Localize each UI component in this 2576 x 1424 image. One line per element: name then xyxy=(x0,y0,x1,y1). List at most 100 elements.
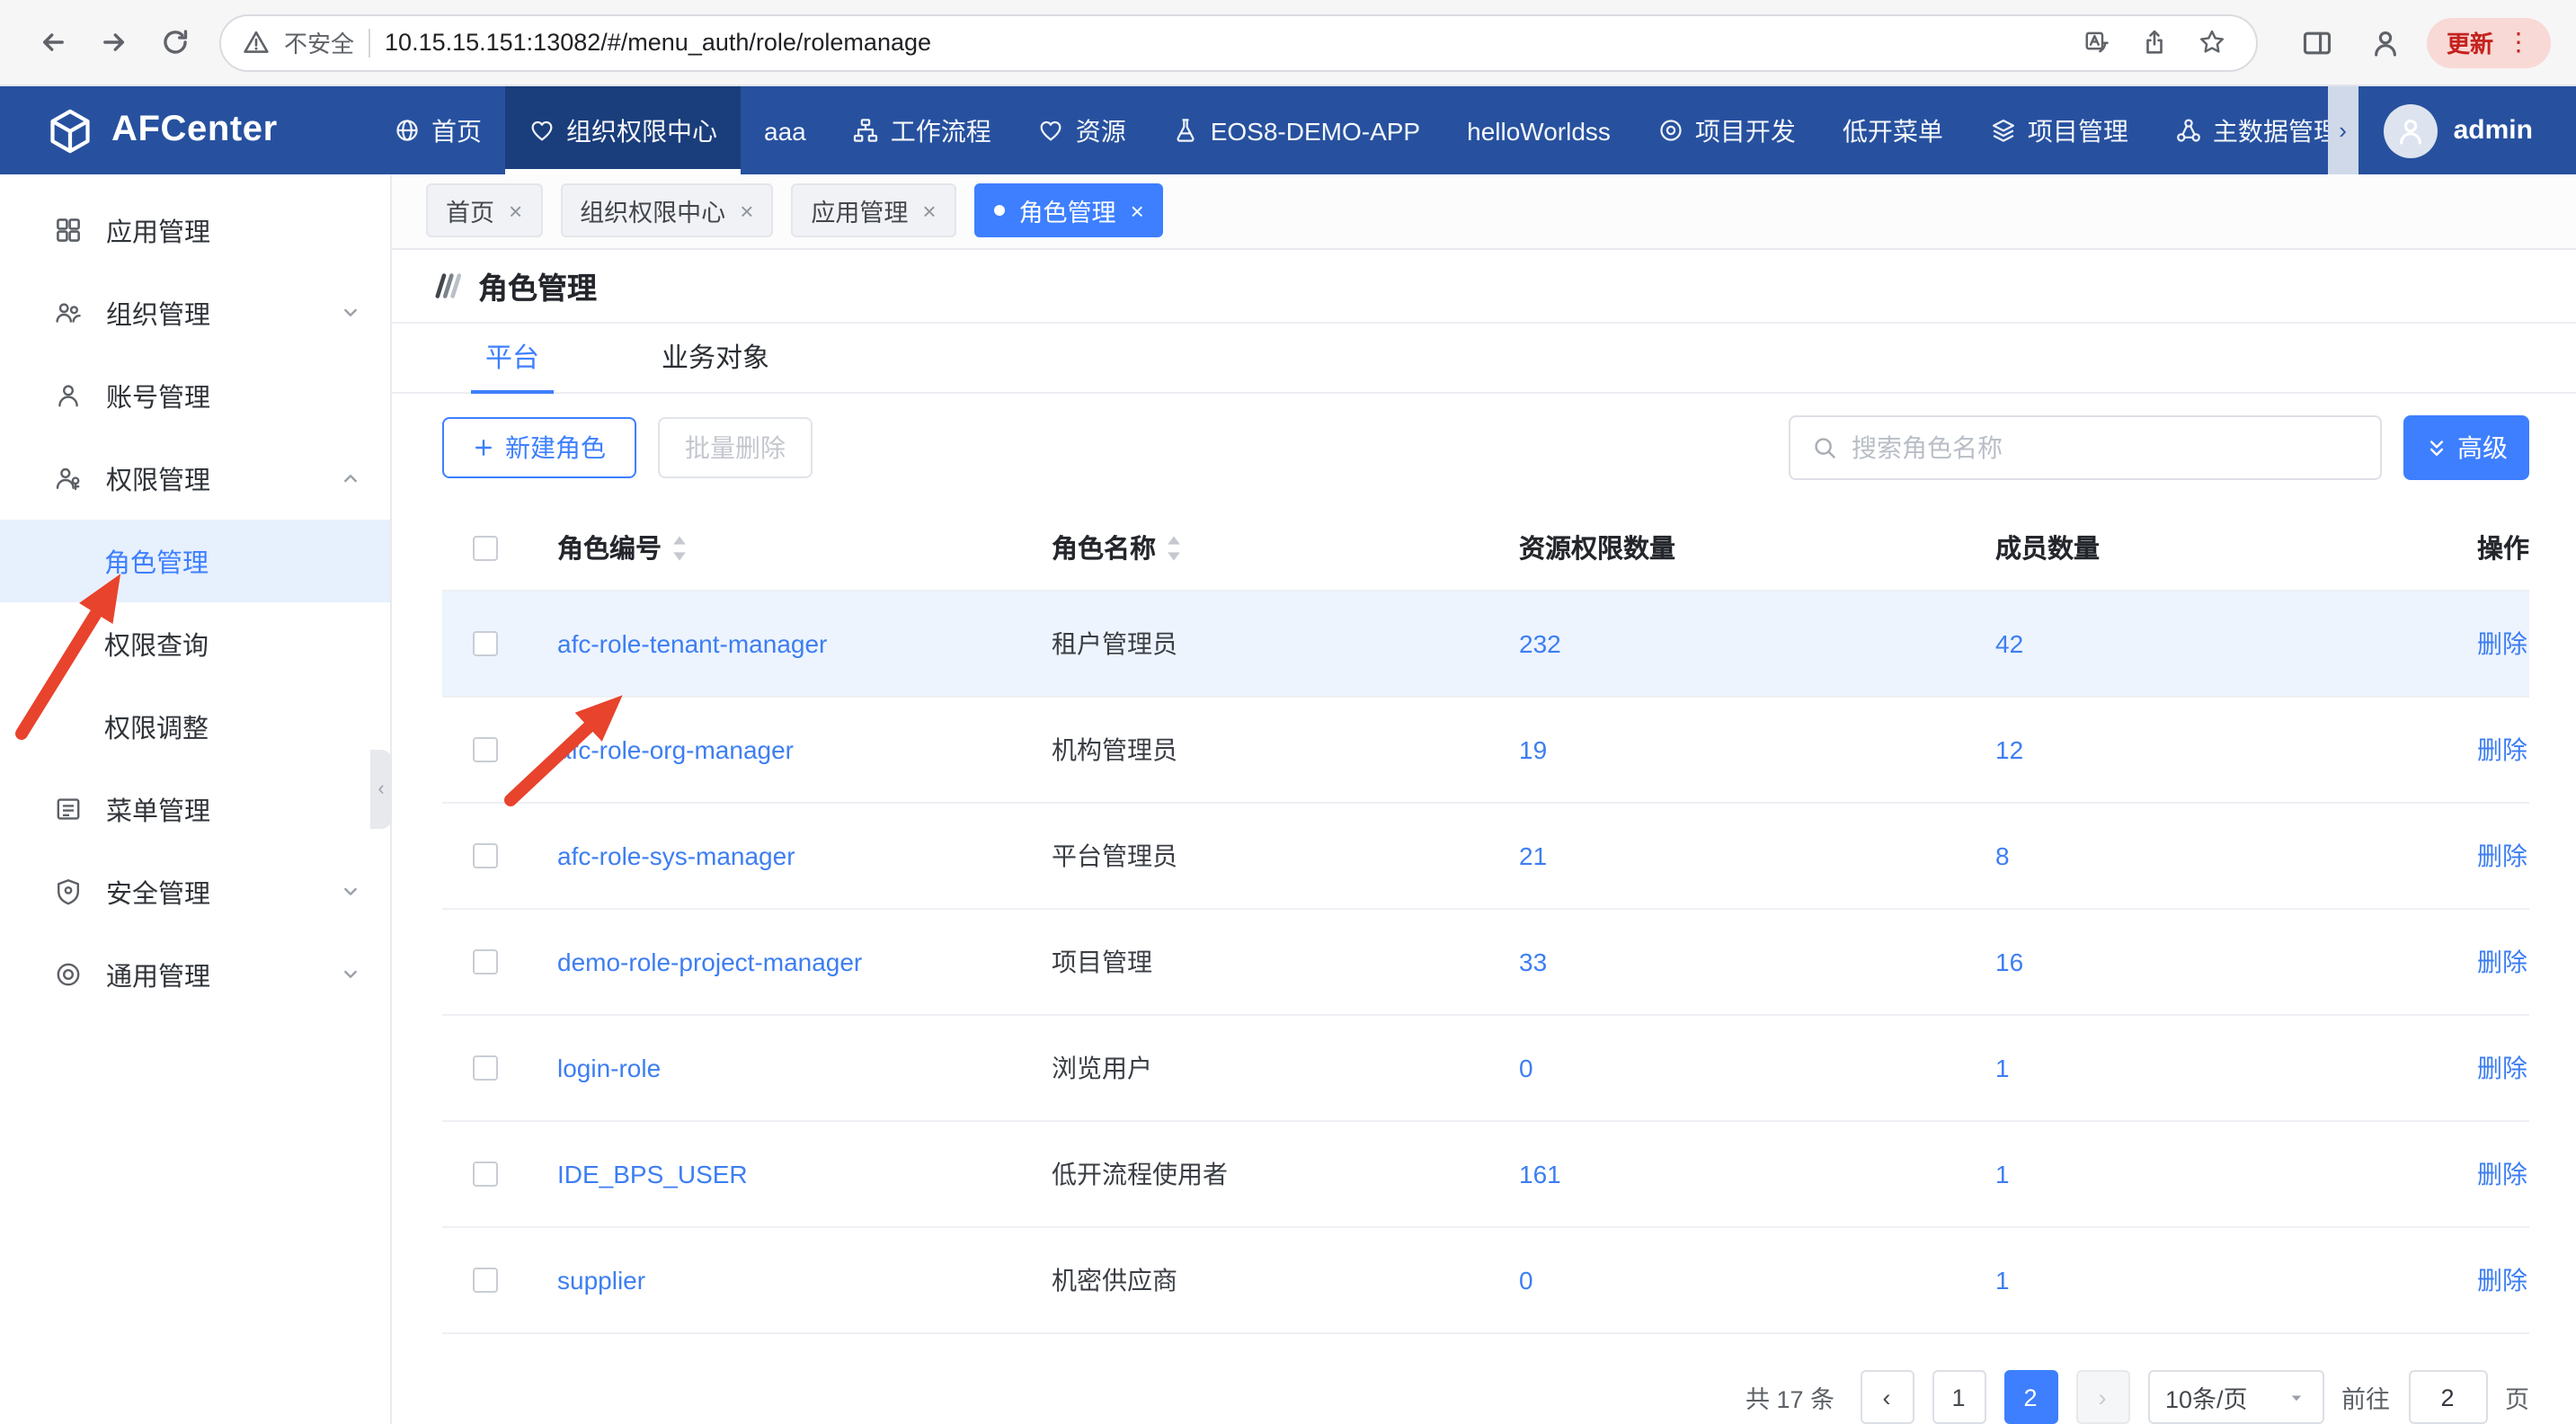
side-panel-icon[interactable] xyxy=(2290,15,2344,69)
page-tab-chip[interactable]: 组织权限中心 × xyxy=(560,184,773,238)
sort-icon[interactable] xyxy=(1165,533,1183,562)
sidebar-item[interactable]: 权限查询 xyxy=(0,602,390,685)
select-all-checkbox[interactable] xyxy=(473,535,498,560)
view-tab[interactable]: 平台 xyxy=(424,324,600,392)
browser-update-button[interactable]: 更新 ⋮ xyxy=(2427,17,2551,67)
sidebar-item[interactable]: 权限调整 xyxy=(0,685,390,768)
resource-count-link[interactable]: 161 xyxy=(1519,1160,1561,1188)
prev-page-button[interactable]: ‹ xyxy=(1860,1370,1914,1424)
top-nav-item[interactable]: 资源 xyxy=(1015,86,1150,174)
top-nav-item[interactable]: 组织权限中心 xyxy=(505,86,741,174)
col-header-role-name[interactable]: 角色名称 xyxy=(1052,529,1156,566)
table-row[interactable]: IDE_BPS_USER 低开流程使用者 161 1 删除 xyxy=(442,1122,2529,1228)
close-icon[interactable]: × xyxy=(740,200,753,223)
member-count-link[interactable]: 42 xyxy=(1995,629,2023,658)
member-count-link[interactable]: 1 xyxy=(1995,1266,2010,1295)
bookmark-star-icon[interactable] xyxy=(2191,21,2234,64)
page-tab-chip[interactable]: 角色管理 × xyxy=(974,184,1164,238)
browser-back-button[interactable] xyxy=(25,15,79,69)
delete-link[interactable]: 删除 xyxy=(2477,732,2527,768)
delete-link[interactable]: 删除 xyxy=(2477,1050,2527,1086)
table-row[interactable]: afc-role-org-manager 机构管理员 19 12 删除 xyxy=(442,698,2529,804)
view-tab[interactable]: 业务对象 xyxy=(600,324,831,392)
role-id-link[interactable]: IDE_BPS_USER xyxy=(557,1160,748,1188)
profile-icon[interactable] xyxy=(2358,15,2412,69)
role-id-link[interactable]: supplier xyxy=(557,1266,645,1295)
member-count-link[interactable]: 16 xyxy=(1995,948,2023,976)
sidebar-item[interactable]: 通用管理 xyxy=(0,933,390,1016)
role-id-link[interactable]: login-role xyxy=(557,1054,661,1082)
row-checkbox[interactable] xyxy=(473,949,498,975)
row-checkbox[interactable] xyxy=(473,1055,498,1081)
member-count-link[interactable]: 1 xyxy=(1995,1054,2010,1082)
browser-reload-button[interactable] xyxy=(147,15,201,69)
top-nav-item[interactable]: 首页 xyxy=(370,86,505,174)
page-number-button[interactable]: 1 xyxy=(1932,1370,1985,1424)
share-icon[interactable] xyxy=(2134,21,2177,64)
goto-page-input[interactable] xyxy=(2408,1370,2487,1424)
sidebar-item[interactable]: 组织管理 xyxy=(0,271,390,354)
member-count-link[interactable]: 1 xyxy=(1995,1160,2010,1188)
top-nav-item[interactable]: helloWorldss xyxy=(1443,86,1634,174)
app-brand[interactable]: AFCenter xyxy=(0,86,370,174)
search-input[interactable] xyxy=(1852,433,2358,462)
role-id-link[interactable]: afc-role-sys-manager xyxy=(557,841,795,870)
resource-count-link[interactable]: 19 xyxy=(1519,735,1547,764)
top-nav-item[interactable]: 低开菜单 xyxy=(1819,86,1967,174)
role-id-link[interactable]: afc-role-org-manager xyxy=(557,735,794,764)
delete-link[interactable]: 删除 xyxy=(2477,1156,2527,1192)
address-bar[interactable]: 不安全 10.15.15.151:13082/#/menu_auth/role/… xyxy=(219,13,2258,71)
row-checkbox[interactable] xyxy=(473,1268,498,1293)
browser-forward-button[interactable] xyxy=(86,15,140,69)
member-count-link[interactable]: 12 xyxy=(1995,735,2023,764)
batch-delete-button[interactable]: 批量删除 xyxy=(658,417,813,478)
sidebar-item[interactable]: 权限管理 xyxy=(0,437,390,520)
top-nav-item[interactable]: 主数据管理 xyxy=(2152,86,2328,174)
close-icon[interactable]: × xyxy=(922,200,936,223)
row-checkbox[interactable] xyxy=(473,737,498,762)
delete-link[interactable]: 删除 xyxy=(2477,1262,2527,1298)
url-text[interactable]: 10.15.15.151:13082/#/menu_auth/role/role… xyxy=(385,29,2062,56)
delete-link[interactable]: 删除 xyxy=(2477,838,2527,874)
new-role-button[interactable]: 新建角色 xyxy=(442,417,636,478)
sidebar-item[interactable]: 角色管理 xyxy=(0,520,390,602)
row-checkbox[interactable] xyxy=(473,1161,498,1187)
advanced-search-button[interactable]: 高级 xyxy=(2403,415,2529,480)
page-tab-chip[interactable]: 首页 × xyxy=(426,184,542,238)
sidebar-item[interactable]: 菜单管理 xyxy=(0,768,390,850)
sidebar-collapse-handle[interactable]: ‹ xyxy=(370,750,392,829)
table-row[interactable]: afc-role-tenant-manager 租户管理员 232 42 删除 xyxy=(442,592,2529,698)
col-header-role-id[interactable]: 角色编号 xyxy=(557,529,662,566)
role-search-box[interactable] xyxy=(1789,415,2382,480)
row-checkbox[interactable] xyxy=(473,843,498,868)
nav-scroll-right-icon[interactable]: › xyxy=(2328,86,2358,174)
sidebar-item[interactable]: 账号管理 xyxy=(0,354,390,437)
sidebar-item[interactable]: 应用管理 xyxy=(0,189,390,271)
role-id-link[interactable]: demo-role-project-manager xyxy=(557,948,862,976)
top-nav-item[interactable]: EOS8-DEMO-APP xyxy=(1150,86,1443,174)
browser-menu-icon[interactable]: ⋮ xyxy=(2506,27,2531,58)
sidebar-item[interactable]: 安全管理 xyxy=(0,850,390,933)
role-id-link[interactable]: afc-role-tenant-manager xyxy=(557,629,827,658)
table-row[interactable]: supplier 机密供应商 0 1 删除 xyxy=(442,1228,2529,1334)
table-row[interactable]: demo-role-project-manager 项目管理 33 16 删除 xyxy=(442,910,2529,1016)
resource-count-link[interactable]: 33 xyxy=(1519,948,1547,976)
table-row[interactable]: afc-role-sys-manager 平台管理员 21 8 删除 xyxy=(442,804,2529,910)
next-page-button[interactable]: › xyxy=(2075,1370,2129,1424)
resource-count-link[interactable]: 21 xyxy=(1519,841,1547,870)
top-nav-item[interactable]: 项目开发 xyxy=(1634,86,1819,174)
page-number-button[interactable]: 2 xyxy=(2003,1370,2057,1424)
user-menu[interactable]: admin xyxy=(2358,86,2576,174)
member-count-link[interactable]: 8 xyxy=(1995,841,2010,870)
page-tab-chip[interactable]: 应用管理 × xyxy=(791,184,955,238)
resource-count-link[interactable]: 232 xyxy=(1519,629,1561,658)
row-checkbox[interactable] xyxy=(473,631,498,656)
sort-icon[interactable] xyxy=(671,533,688,562)
top-nav-item[interactable]: 工作流程 xyxy=(830,86,1015,174)
page-size-select[interactable]: 10条/页 xyxy=(2147,1370,2323,1424)
resource-count-link[interactable]: 0 xyxy=(1519,1054,1533,1082)
translate-icon[interactable] xyxy=(2076,21,2119,64)
resource-count-link[interactable]: 0 xyxy=(1519,1266,1533,1295)
top-nav-item[interactable]: 项目管理 xyxy=(1967,86,2152,174)
top-nav-item[interactable]: aaa xyxy=(741,86,830,174)
